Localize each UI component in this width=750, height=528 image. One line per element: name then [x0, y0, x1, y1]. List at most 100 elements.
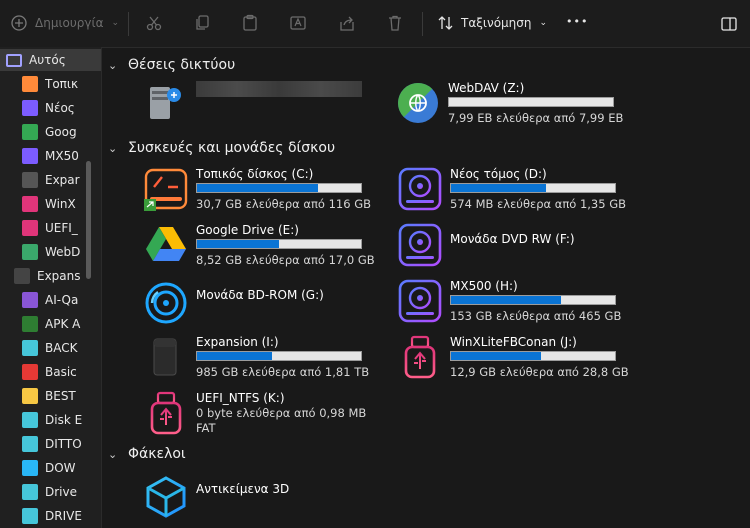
details-pane-icon [721, 17, 737, 31]
drive-usage-bar [450, 183, 616, 193]
toolbar-divider [422, 12, 423, 36]
sort-icon [438, 16, 453, 30]
drive-name: Μονάδα BD-ROM (G:) [196, 288, 324, 302]
drive-i[interactable]: Expansion (I:) 985 GB ελεύθερα από 1,81 … [144, 335, 384, 383]
drive-name: MX500 (H:) [450, 279, 518, 293]
drive-c[interactable]: Τοπικός δίσκος (C:) 30,7 GB ελεύθερα από… [144, 167, 384, 215]
sidebar-item-label: BEST [45, 389, 76, 403]
hard-drive-icon [398, 279, 442, 323]
item-icon [22, 124, 38, 140]
sidebar-item[interactable]: AI-Qa [0, 289, 101, 311]
item-icon [22, 100, 38, 116]
drive-free-space: 30,7 GB ελεύθερα από 116 GB [196, 197, 371, 211]
cut-icon [146, 16, 162, 31]
trash-icon [389, 15, 401, 31]
drive-e[interactable]: Google Drive (E:) 8,52 GB ελεύθερα από 1… [144, 223, 384, 271]
drive-usage-bar [450, 295, 616, 305]
sidebar-item-label: UEFI_ [45, 221, 78, 235]
drive-free-space: 7,99 EB ελεύθερα από 7,99 EB [448, 111, 624, 125]
bd-rom-icon [145, 282, 187, 324]
drive-d[interactable]: Νέος τόμος (D:) 574 MB ελεύθερα από 1,35… [398, 167, 638, 215]
server-icon [150, 87, 181, 119]
more-options-button[interactable]: ••• [566, 15, 588, 28]
drive-usage-bar [448, 97, 614, 107]
item-icon [22, 172, 38, 188]
rename-button[interactable] [289, 14, 307, 32]
item-icon [22, 340, 38, 356]
sidebar-item-label: AI-Qa [45, 293, 79, 307]
drive-usage-bar [196, 183, 362, 193]
drive-free-space: 985 GB ελεύθερα από 1,81 TB [196, 365, 370, 379]
drive-usage-fill [451, 296, 561, 304]
drive-usage-fill [451, 352, 542, 360]
sidebar-item-label: APK A [45, 317, 81, 331]
sidebar-item[interactable]: Νέος [0, 97, 101, 119]
drive-filesystem: FAT [196, 421, 216, 435]
share-button[interactable] [338, 14, 356, 32]
drive-j[interactable]: WinXLiteFBConan (J:) 12,9 GB ελεύθερα απ… [398, 335, 638, 383]
item-icon [22, 460, 38, 476]
sidebar-item[interactable]: DRIVE [0, 505, 101, 527]
sidebar-item[interactable]: Basic [0, 361, 101, 383]
drive-free-space: 8,52 GB ελεύθερα από 17,0 GB [196, 253, 375, 267]
copy-button[interactable] [193, 14, 211, 32]
sidebar-item-label: BACK [45, 341, 78, 355]
sidebar-item[interactable]: Goog [0, 121, 101, 143]
drive-h[interactable]: MX500 (H:) 153 GB ελεύθερα από 465 GB [398, 279, 638, 327]
network-drive-webdav[interactable]: WebDAV (Z:) 7,99 EB ελεύθερα από 7,99 EB [396, 81, 626, 131]
chevron-down-icon: ⌄ [111, 18, 120, 28]
sidebar-item-label: WebD [45, 245, 81, 259]
cut-button[interactable] [145, 14, 163, 32]
folder-name: Αντικείμενα 3D [196, 482, 290, 496]
command-bar: Δημιουργία ⌄ Ταξινόμηση ⌄ ••• [0, 0, 750, 48]
sidebar-item-label: DITTO [45, 437, 82, 451]
network-location-item[interactable] [144, 81, 384, 131]
sidebar-scrollbar[interactable] [86, 161, 91, 279]
details-pane-button[interactable] [720, 15, 738, 33]
sidebar-item[interactable]: Τοπικ [0, 73, 101, 95]
sidebar-item[interactable]: APK A [0, 313, 101, 335]
drive-free-space: 0 byte ελεύθερα από 0,98 MB [196, 406, 367, 420]
item-icon [22, 76, 38, 92]
rename-icon [290, 16, 306, 30]
drive-free-space: 12,9 GB ελεύθερα από 28,8 GB [450, 365, 629, 379]
sidebar-item-label: DRIVE [45, 509, 82, 523]
drive-name: UEFI_NTFS (K:) [196, 391, 285, 405]
sidebar-item-this-pc[interactable]: Αυτός [0, 49, 101, 71]
sidebar-item[interactable]: BACK [0, 337, 101, 359]
new-button[interactable]: Δημιουργία ⌄ [10, 14, 119, 32]
sidebar-item[interactable]: BEST [0, 385, 101, 407]
sidebar-item[interactable]: Drive [0, 481, 101, 503]
section-title: Θέσεις δικτύου [128, 57, 236, 73]
sidebar-item[interactable]: DOW [0, 457, 101, 479]
local-disk-icon [144, 168, 188, 211]
sidebar-item-label: Τοπικ [45, 77, 79, 91]
delete-button[interactable] [386, 14, 404, 32]
item-icon [22, 316, 38, 332]
drive-g[interactable]: Μονάδα BD-ROM (G:) [144, 281, 384, 329]
sort-button[interactable]: Ταξινόμηση ⌄ [437, 14, 547, 32]
drive-usage-fill [197, 352, 273, 360]
sidebar-item-label: Νέος [45, 101, 75, 115]
paste-button[interactable] [241, 14, 259, 32]
section-header-network[interactable]: ⌄ Θέσεις δικτύου [108, 57, 235, 73]
add-circle-icon [11, 15, 27, 31]
section-header-drives[interactable]: ⌄ Συσκευές και μονάδες δίσκου [108, 140, 335, 156]
drive-name: Google Drive (E:) [196, 223, 299, 237]
sidebar-item-label: Expans [37, 269, 81, 283]
dvd-drive-icon [398, 223, 442, 267]
drive-k[interactable]: UEFI_NTFS (K:) 0 byte ελεύθερα από 0,98 … [144, 391, 384, 439]
folder-3d-objects[interactable]: Αντικείμενα 3D [144, 475, 384, 523]
drive-usage-bar [196, 239, 362, 249]
sidebar-item-label: Disk E [45, 413, 83, 427]
more-icon: ••• [566, 15, 589, 28]
item-icon [22, 484, 38, 500]
section-header-folders[interactable]: ⌄ Φάκελοι [108, 446, 186, 462]
item-icon [22, 508, 38, 524]
drive-name: Μονάδα DVD RW (F:) [450, 232, 575, 246]
sidebar-item[interactable]: Disk E [0, 409, 101, 431]
drive-free-space: 153 GB ελεύθερα από 465 GB [450, 309, 622, 323]
item-icon [22, 196, 38, 212]
drive-f[interactable]: Μονάδα DVD RW (F:) [398, 223, 638, 271]
sidebar-item[interactable]: DITTO [0, 433, 101, 455]
